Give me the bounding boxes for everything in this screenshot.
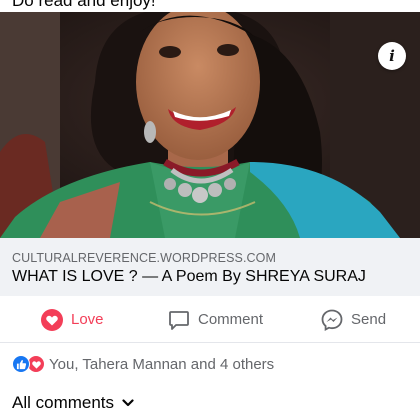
info-icon[interactable]: i bbox=[378, 42, 406, 70]
portrait-photo bbox=[0, 12, 420, 238]
love-label: Love bbox=[71, 311, 104, 328]
link-preview-image[interactable]: i bbox=[0, 12, 420, 238]
heart-icon bbox=[40, 308, 64, 332]
reaction-icons bbox=[12, 355, 45, 373]
send-button[interactable]: Send bbox=[320, 297, 386, 343]
link-domain: CULTURALREVERENCE.WORDPRESS.COM bbox=[12, 251, 277, 265]
post-action-bar: Love Comment Send bbox=[0, 297, 420, 343]
chevron-down-icon bbox=[122, 397, 134, 409]
reaction-summary-text: You, Tahera Mannan and 4 others bbox=[49, 355, 275, 373]
love-button[interactable]: Love bbox=[40, 297, 104, 343]
comment-button[interactable]: Comment bbox=[167, 297, 263, 343]
like-icon bbox=[12, 355, 30, 373]
comments-filter-dropdown[interactable]: All comments bbox=[12, 392, 134, 414]
link-title: WHAT IS LOVE ? — A Poem By SHREYA SURAJ bbox=[12, 268, 366, 285]
link-preview-card[interactable]: CULTURALREVERENCE.WORDPRESS.COM WHAT IS … bbox=[0, 238, 420, 296]
messenger-icon bbox=[320, 308, 344, 332]
comment-bubble-icon bbox=[167, 308, 191, 332]
comments-filter-label: All comments bbox=[12, 393, 115, 412]
comment-label: Comment bbox=[198, 311, 264, 328]
post-caption: Do read and enjoy! bbox=[12, 0, 156, 10]
reaction-summary[interactable]: You, Tahera Mannan and 4 others bbox=[12, 352, 274, 376]
send-label: Send bbox=[351, 311, 387, 328]
